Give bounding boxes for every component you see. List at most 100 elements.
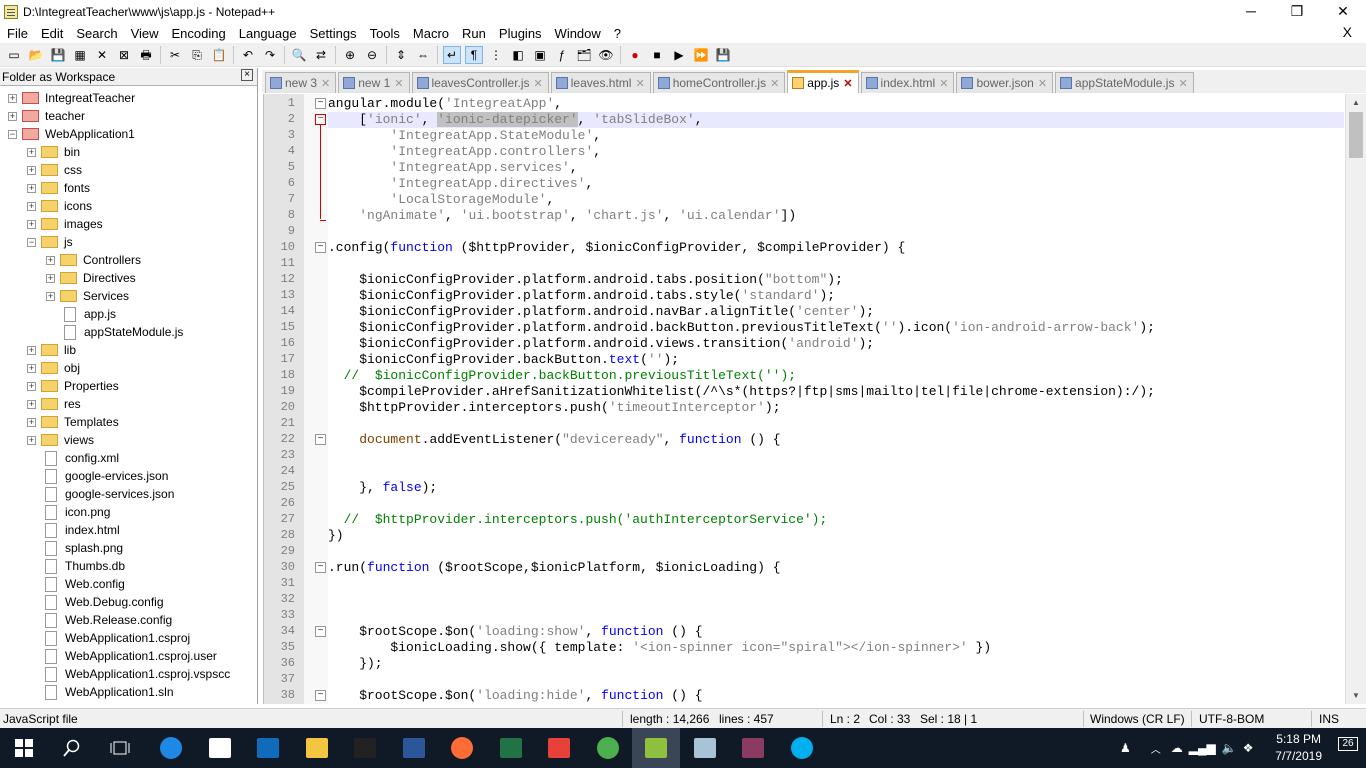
- taskbar-app[interactable]: [584, 728, 632, 768]
- show-all-chars-icon[interactable]: ¶: [465, 45, 483, 64]
- tab-close-icon[interactable]: ✕: [770, 77, 779, 90]
- sync-vertical-icon[interactable]: ⇕: [392, 46, 410, 64]
- code-line[interactable]: 'IntegreatApp.StateModule',: [328, 128, 1344, 144]
- tree-item[interactable]: + Properties: [27, 377, 119, 395]
- expand-icon[interactable]: +: [27, 219, 36, 229]
- tab-bower-json[interactable]: bower.json ✕: [956, 72, 1054, 93]
- code-line[interactable]: document.addEventListener("deviceready",…: [328, 432, 1344, 448]
- taskbar-app[interactable]: [293, 728, 341, 768]
- tab-close-icon[interactable]: ✕: [321, 77, 330, 90]
- tree-item[interactable]: WebApplication1.csproj.vspscc: [27, 665, 230, 683]
- tree-item[interactable]: WebApplication1.csproj: [27, 629, 190, 647]
- scroll-up-arrow-icon[interactable]: ▲: [1346, 94, 1366, 111]
- tree-item[interactable]: google-ervices.json: [27, 467, 168, 485]
- menu-plugins[interactable]: Plugins: [492, 26, 548, 41]
- code-line[interactable]: ['ionic', 'ionic-datepicker', 'tabSlideB…: [328, 112, 1344, 128]
- task-view-button[interactable]: [96, 728, 144, 768]
- tree-item[interactable]: config.xml: [27, 449, 119, 467]
- play-macro-icon[interactable]: ▶: [670, 46, 688, 64]
- code-line[interactable]: // $ionicConfigProvider.backButton.previ…: [328, 368, 1344, 384]
- tree-item[interactable]: + teacher: [8, 107, 85, 125]
- tree-item[interactable]: icon.png: [27, 503, 110, 521]
- scroll-thumb[interactable]: [1349, 112, 1363, 158]
- undo-icon[interactable]: ↶: [239, 46, 257, 64]
- tree-item[interactable]: Web.Debug.config: [27, 593, 164, 611]
- tree-item[interactable]: + css: [27, 161, 82, 179]
- code-line[interactable]: $ionicConfigProvider.backButton.text('')…: [328, 352, 1344, 368]
- action-center-button[interactable]: 26: [1336, 737, 1360, 759]
- code-line[interactable]: [328, 496, 1344, 512]
- expand-icon[interactable]: +: [27, 399, 36, 409]
- tab-leaves-html[interactable]: leaves.html ✕: [550, 72, 651, 93]
- code-line[interactable]: 'IntegreatApp.services',: [328, 160, 1344, 176]
- tab-close-icon[interactable]: ✕: [534, 77, 543, 90]
- code-line[interactable]: [328, 608, 1344, 624]
- menu-view[interactable]: View: [124, 26, 165, 41]
- code-line[interactable]: }): [328, 528, 1344, 544]
- menu-macro[interactable]: Macro: [406, 26, 455, 41]
- onedrive-icon[interactable]: ☁: [1171, 741, 1183, 755]
- menu-run[interactable]: Run: [455, 26, 492, 41]
- taskbar-app[interactable]: [390, 728, 438, 768]
- taskbar-app[interactable]: [632, 728, 680, 768]
- code-line[interactable]: 'IntegreatApp.controllers',: [328, 144, 1344, 160]
- code-line[interactable]: $httpProvider.interceptors.push('timeout…: [328, 400, 1344, 416]
- expand-icon[interactable]: +: [8, 93, 17, 103]
- tree-item[interactable]: + IntegreatTeacher: [8, 89, 135, 107]
- taskbar-app[interactable]: [438, 728, 486, 768]
- dropbox-icon[interactable]: ❖: [1243, 741, 1254, 755]
- cut-icon[interactable]: ✂: [166, 46, 184, 64]
- taskbar-app[interactable]: [147, 728, 195, 768]
- menu-help[interactable]: ?: [607, 26, 627, 41]
- expand-icon[interactable]: +: [46, 291, 55, 301]
- expand-icon[interactable]: +: [46, 273, 55, 283]
- close-window-button[interactable]: ✕: [1320, 0, 1366, 22]
- expand-icon[interactable]: +: [27, 147, 36, 157]
- tab-app-js[interactable]: app.js ✕: [787, 70, 859, 93]
- close-document-button[interactable]: X: [1336, 24, 1358, 40]
- menu-tools[interactable]: Tools: [363, 26, 406, 41]
- expand-icon[interactable]: +: [27, 417, 36, 427]
- doc-map-icon[interactable]: ▣: [531, 46, 549, 64]
- tree-item[interactable]: Web.Release.config: [27, 611, 172, 629]
- tree-item[interactable]: Thumbs.db: [27, 557, 125, 575]
- people-icon[interactable]: ♟: [1120, 741, 1131, 755]
- zoom-out-icon[interactable]: ⊖: [363, 46, 381, 64]
- code-line[interactable]: [328, 672, 1344, 688]
- minimize-button[interactable]: ─: [1228, 0, 1274, 22]
- expand-icon[interactable]: +: [27, 363, 36, 373]
- code-line[interactable]: $compileProvider.aHrefSanitizationWhitel…: [328, 384, 1344, 400]
- code-line[interactable]: }, false);: [328, 480, 1344, 496]
- show-hidden-icons-icon[interactable]: ︿: [1151, 741, 1161, 756]
- expand-icon[interactable]: +: [46, 255, 55, 265]
- tab-leavescontroller-js[interactable]: leavesController.js ✕: [411, 72, 549, 93]
- panel-close-button[interactable]: ×: [241, 69, 253, 81]
- fold-toggle-icon[interactable]: −: [315, 690, 326, 701]
- tree-item[interactable]: google-services.json: [27, 485, 174, 503]
- tab-close-icon[interactable]: ✕: [635, 77, 644, 90]
- code-line[interactable]: .config(function ($httpProvider, $ionicC…: [328, 240, 1344, 256]
- collapse-icon[interactable]: −: [27, 237, 36, 247]
- clock[interactable]: 5:18 PM 7/7/2019: [1275, 731, 1322, 765]
- code-line[interactable]: [328, 576, 1344, 592]
- start-button[interactable]: [0, 728, 48, 768]
- restore-button[interactable]: ❐: [1274, 0, 1320, 22]
- code-line[interactable]: // $httpProvider.interceptors.push('auth…: [328, 512, 1344, 528]
- tree-item[interactable]: − js: [27, 233, 73, 251]
- taskbar-app[interactable]: [535, 728, 583, 768]
- tree-item[interactable]: + lib: [27, 341, 76, 359]
- close-icon[interactable]: ✕: [93, 46, 111, 64]
- taskbar-app[interactable]: [341, 728, 389, 768]
- tree-item[interactable]: WebApplication1.sln: [27, 683, 174, 701]
- folder-workspace-icon[interactable]: 🗂: [575, 46, 593, 64]
- expand-icon[interactable]: +: [27, 201, 36, 211]
- copy-icon[interactable]: ⎘: [188, 46, 206, 64]
- word-wrap-icon[interactable]: ↵: [443, 45, 461, 64]
- code-line[interactable]: angular.module('IntegreatApp',: [328, 96, 1344, 112]
- tree-item[interactable]: + fonts: [27, 179, 90, 197]
- menu-language[interactable]: Language: [232, 26, 303, 41]
- stop-record-icon[interactable]: ■: [648, 46, 666, 64]
- save-icon[interactable]: 💾: [49, 46, 67, 64]
- tab-homecontroller-js[interactable]: homeController.js ✕: [652, 72, 786, 93]
- close-all-icon[interactable]: ⊠: [115, 46, 133, 64]
